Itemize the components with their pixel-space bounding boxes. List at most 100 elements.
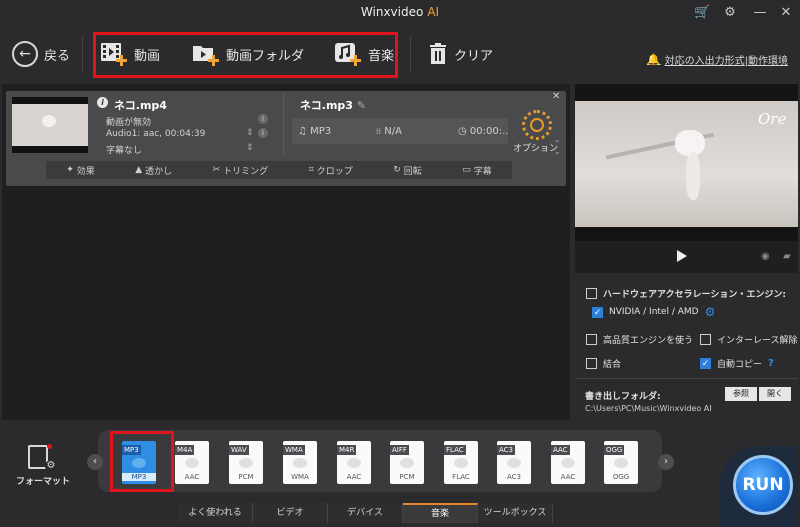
back-arrow-icon: ← bbox=[12, 41, 38, 67]
subtitle-info[interactable]: 字幕なし bbox=[106, 143, 142, 156]
merge-checkbox[interactable] bbox=[586, 358, 597, 369]
settings-divider bbox=[575, 378, 798, 379]
options-label[interactable]: オプション bbox=[513, 141, 558, 154]
output-folder-label: 書き出しフォルダ: bbox=[585, 392, 661, 402]
format-ogg[interactable]: OGG OGG bbox=[604, 441, 638, 484]
rotate-button[interactable]: ↻ 回転 bbox=[393, 164, 422, 177]
edit-pencil-icon[interactable]: ✎ bbox=[357, 99, 366, 112]
video-thumbnail[interactable] bbox=[12, 97, 88, 153]
effect-icon: ✦ bbox=[66, 165, 74, 175]
help-icon[interactable]: ? bbox=[768, 358, 774, 369]
format-flac[interactable]: FLAC FLAC bbox=[444, 441, 478, 484]
carousel-prev-icon[interactable]: ‹ bbox=[87, 454, 103, 470]
clear-button[interactable]: クリア bbox=[428, 38, 493, 70]
output-folder-path[interactable]: C:\Users\PC\Music\Winxvideo AI bbox=[585, 404, 712, 413]
audio-dropdown-icon[interactable]: ⇕ bbox=[246, 128, 254, 138]
crop-button[interactable]: ⌗ クロップ bbox=[309, 164, 353, 177]
format-wav[interactable]: WAV PCM bbox=[229, 441, 263, 484]
rotate-icon: ↻ bbox=[393, 165, 401, 175]
format-aiff[interactable]: AIFF PCM bbox=[390, 441, 424, 484]
minimize-icon[interactable]: — bbox=[752, 5, 768, 21]
card-divider bbox=[283, 93, 284, 157]
toolbar-separator bbox=[82, 36, 83, 72]
subtitle-dropdown-icon[interactable]: ⇕ bbox=[246, 143, 254, 153]
open-button[interactable]: 開く bbox=[759, 387, 791, 401]
card-scroll-arrows-icon[interactable]: ⌃ ⌄ bbox=[554, 140, 561, 156]
card-close-icon[interactable]: ✕ bbox=[552, 91, 560, 102]
format-ac3[interactable]: AC3 AC3 bbox=[497, 441, 531, 484]
browse-button[interactable]: 参照 bbox=[725, 387, 757, 401]
deinterlace-checkbox[interactable] bbox=[700, 334, 711, 345]
format-gear-icon: ⚙ bbox=[45, 460, 57, 472]
toolbar-separator bbox=[410, 36, 411, 72]
tab-video[interactable]: ビデオ bbox=[253, 503, 328, 523]
hw-accel-row[interactable]: ハードウェアアクセラレーション・エンジン: bbox=[586, 287, 786, 300]
highlight-box-mp3 bbox=[110, 431, 174, 492]
edit-toolbar: ✦ 効果 ▲ 透かし ✂ トリミング ⌗ クロップ ↻ 回転 ▭ 字幕 bbox=[46, 161, 512, 179]
watermark-button[interactable]: ▲ 透かし bbox=[135, 164, 172, 177]
notification-dot bbox=[47, 444, 52, 449]
format-support-link[interactable]: 🔔 対応の入出力形式|動作環境 bbox=[647, 52, 788, 67]
tab-device[interactable]: デバイス bbox=[328, 503, 403, 523]
tab-music[interactable]: 音楽 bbox=[403, 503, 478, 523]
hq-engine-row[interactable]: 高品質エンジンを使う bbox=[586, 333, 693, 346]
add-folder-label: 動画フォルダ bbox=[226, 48, 305, 64]
source-file-name: ネコ.mp4 bbox=[114, 99, 167, 112]
format-m4r[interactable]: M4R AAC bbox=[337, 441, 371, 484]
trash-icon bbox=[430, 43, 446, 64]
trim-button[interactable]: ✂ トリミング bbox=[213, 164, 269, 177]
format-m4a[interactable]: M4A AAC bbox=[175, 441, 209, 484]
format-support-label: 対応の入出力形式|動作環境 bbox=[664, 56, 788, 67]
video-preview bbox=[575, 84, 798, 241]
settings-gear-icon[interactable]: ⚙ bbox=[722, 5, 738, 21]
music-note-icon: ♫ bbox=[298, 126, 307, 137]
subtitle-icon: ▭ bbox=[462, 165, 471, 175]
back-button[interactable]: ← 戻る bbox=[12, 38, 70, 70]
format-wma[interactable]: WMA WMA bbox=[283, 441, 317, 484]
close-icon[interactable]: ✕ bbox=[778, 5, 794, 21]
film-add-icon bbox=[101, 43, 127, 66]
video-track-info: 動画が無効 bbox=[106, 118, 152, 128]
scissors-icon: ✂ bbox=[212, 165, 221, 175]
audio-info-icon[interactable]: i bbox=[258, 128, 268, 138]
nvidia-checkbox[interactable]: ✓ bbox=[592, 306, 603, 318]
run-button[interactable]: RUN bbox=[733, 455, 793, 515]
format-aac[interactable]: AAC AAC bbox=[551, 441, 585, 484]
format-category-tabs: よく使われる ビデオ デバイス 音楽 ツールボックス bbox=[178, 503, 553, 523]
watermark-icon: ▲ bbox=[135, 165, 143, 175]
info-icon[interactable]: i bbox=[97, 97, 108, 108]
audio-track-info[interactable]: Audio1: aac, 00:04:39 bbox=[106, 129, 205, 139]
video-info-icon[interactable]: i bbox=[258, 114, 268, 124]
autocopy-row[interactable]: ✓ 自動コピー ? bbox=[700, 357, 774, 370]
add-video-button[interactable]: 動画 bbox=[100, 38, 160, 70]
cart-icon[interactable]: 🛒 bbox=[694, 5, 710, 21]
open-folder-icon[interactable]: ▰ bbox=[783, 251, 791, 262]
nvidia-row[interactable]: ✓ NVIDIA / Intel / AMD ⚙ bbox=[592, 305, 715, 319]
deinterlace-row[interactable]: インターレース解除 bbox=[700, 333, 798, 346]
play-icon[interactable] bbox=[677, 250, 687, 262]
hw-settings-gear-icon[interactable]: ⚙ bbox=[705, 305, 716, 319]
tab-toolbox[interactable]: ツールボックス bbox=[478, 503, 553, 523]
music-add-icon bbox=[335, 43, 361, 66]
format-panel-label: フォーマット bbox=[16, 477, 71, 487]
options-gear-inner bbox=[530, 118, 544, 132]
clear-label: クリア bbox=[454, 48, 494, 64]
resolution-icon: ⁞⁞ bbox=[376, 127, 382, 136]
add-music-button[interactable]: 音楽 bbox=[334, 38, 394, 70]
tab-common[interactable]: よく使われる bbox=[178, 503, 253, 523]
effect-button[interactable]: ✦ 効果 bbox=[66, 164, 95, 177]
app-title: Winxvideo AI bbox=[360, 5, 440, 19]
hq-engine-checkbox[interactable] bbox=[586, 334, 597, 345]
snapshot-camera-icon[interactable]: ◉ bbox=[761, 251, 770, 262]
carousel-next-icon[interactable]: › bbox=[658, 454, 674, 470]
autocopy-checkbox[interactable]: ✓ bbox=[700, 358, 711, 369]
subtitle-button[interactable]: ▭ 字幕 bbox=[462, 164, 492, 177]
merge-row[interactable]: 結合 bbox=[586, 357, 621, 370]
hw-accel-checkbox[interactable] bbox=[586, 288, 597, 299]
back-label: 戻る bbox=[44, 48, 71, 64]
add-folder-button[interactable]: 動画フォルダ bbox=[192, 38, 304, 70]
output-duration: ◷ 00:00:.. bbox=[458, 126, 509, 137]
preview-watermark-text: Ore bbox=[758, 110, 787, 128]
clock-icon: ◷ bbox=[458, 126, 467, 137]
output-file-name[interactable]: ネコ.mp3 ✎ bbox=[300, 97, 366, 113]
